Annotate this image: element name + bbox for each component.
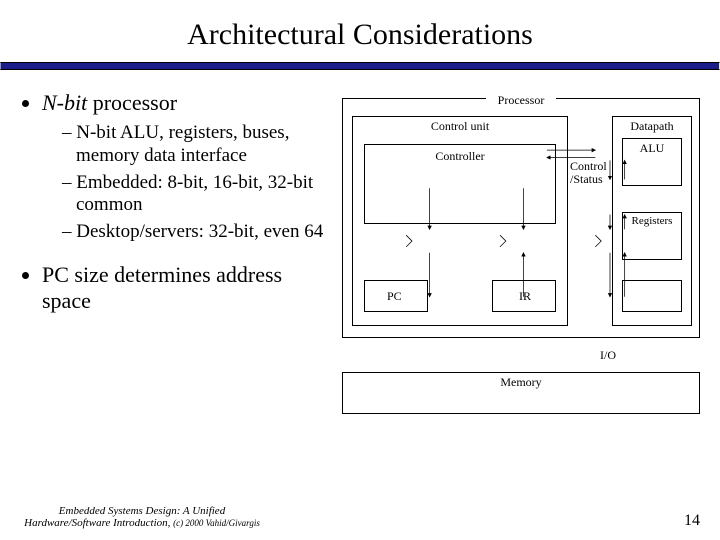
registers-box: Registers <box>622 212 682 260</box>
controller-box: Controller <box>364 144 556 224</box>
footer-line1: Embedded Systems Design: A Unified <box>59 505 225 517</box>
registers-label: Registers <box>623 215 681 227</box>
bullet-1: N-bit processor N-bit ALU, registers, bu… <box>42 90 330 244</box>
ir-label: IR <box>519 289 531 304</box>
text-column: N-bit processor N-bit ALU, registers, bu… <box>24 90 342 332</box>
slide-title: Architectural Considerations <box>0 18 720 52</box>
bullet-1-rest: processor <box>87 90 177 115</box>
control-status-label: Control /Status <box>570 160 618 186</box>
control-unit-label: Control unit <box>353 119 567 134</box>
datapath-reg-box <box>622 280 682 312</box>
bullet-list: N-bit processor N-bit ALU, registers, bu… <box>24 90 330 314</box>
ir-box: IR <box>492 280 556 312</box>
pc-label: PC <box>387 289 402 304</box>
bullet-1-sub2: Embedded: 8-bit, 16-bit, 32-bit common <box>62 172 330 218</box>
alu-label: ALU <box>623 141 681 156</box>
footer-credit: Embedded Systems Design: A Unified Hardw… <box>12 505 272 530</box>
controller-label: Controller <box>365 149 555 164</box>
memory-label: Memory <box>343 375 699 390</box>
bullet-1-sub3: Desktop/servers: 32-bit, even 64 <box>62 221 330 244</box>
bullet-1-sublist: N-bit ALU, registers, buses, memory data… <box>42 122 330 244</box>
footer-line2b: (c) 2000 Vahid/Givargis <box>173 518 260 528</box>
slide: Architectural Considerations N-bit proce… <box>0 0 720 540</box>
page-number: 14 <box>684 512 700 530</box>
slide-body: N-bit processor N-bit ALU, registers, bu… <box>0 70 720 332</box>
io-label: I/O <box>600 348 616 363</box>
memory-box: Memory <box>342 372 700 414</box>
title-rule <box>0 62 720 70</box>
datapath-label: Datapath <box>613 119 691 134</box>
alu-box: ALU <box>622 138 682 186</box>
bullet-2: PC size determines address space <box>42 262 330 314</box>
bullet-1-emph: N-bit <box>42 90 87 115</box>
footer-line2a: Hardware/Software Introduction, <box>24 517 173 529</box>
diagram-column: Processor Control unit Controller PC IR … <box>342 90 702 332</box>
pc-box: PC <box>364 280 428 312</box>
bullet-1-sub1: N-bit ALU, registers, buses, memory data… <box>62 122 330 168</box>
processor-label: Processor <box>486 93 556 108</box>
